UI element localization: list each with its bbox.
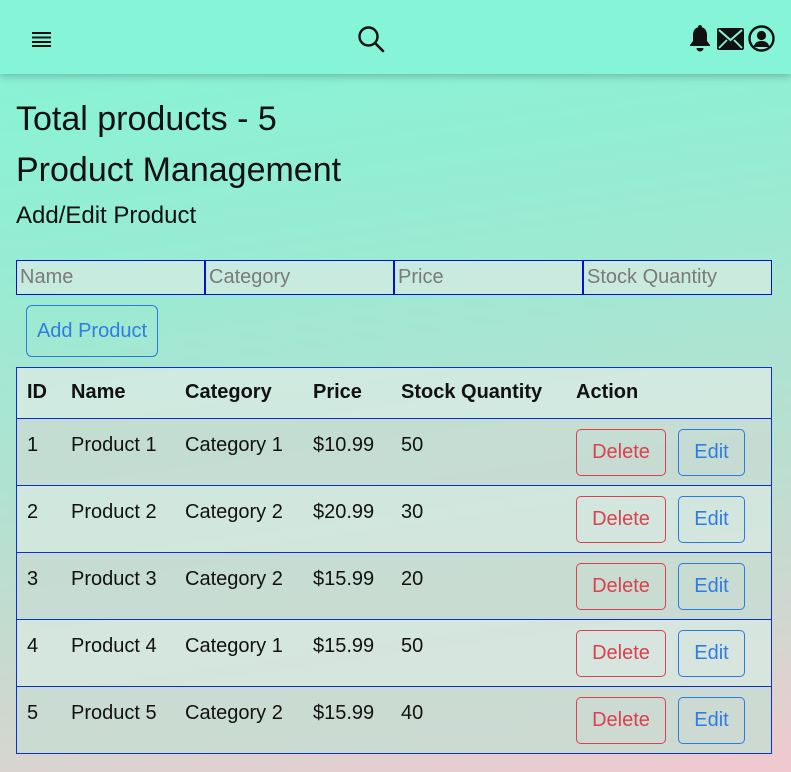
cell-actions: Delete Edit xyxy=(566,418,771,486)
cell-name: Product 5 xyxy=(71,701,157,724)
cell-id: 4 xyxy=(17,619,61,687)
cell-stock: 50 xyxy=(391,619,566,687)
cell-stock: 20 xyxy=(391,552,566,620)
table-row: 3 Product 3 Category 2 $15.99 20 Delete E… xyxy=(17,552,771,620)
name-input[interactable] xyxy=(16,260,205,295)
cell-name: Product 1 xyxy=(61,418,175,486)
column-header-category: Category xyxy=(175,368,303,419)
products-table: ID Name Category Price Stock Quantity Ac… xyxy=(17,368,771,753)
search-icon[interactable] xyxy=(357,25,385,53)
edit-button[interactable]: Edit xyxy=(678,629,745,677)
total-products-count: Total products - 5 xyxy=(16,100,277,138)
products-table-container: ID Name Category Price Stock Quantity Ac… xyxy=(16,367,772,754)
cell-price: $15.99 xyxy=(303,552,391,620)
column-header-stock-quantity: Stock Quantity xyxy=(391,368,566,419)
edit-button[interactable]: Edit xyxy=(678,696,745,744)
edit-button[interactable]: Edit xyxy=(678,495,745,543)
cell-stock: 30 xyxy=(391,485,566,553)
page-title: Product Management xyxy=(16,151,342,189)
cell-price: $10.99 xyxy=(303,418,391,486)
price-input[interactable] xyxy=(394,260,583,295)
top-navbar xyxy=(0,0,791,74)
delete-button[interactable]: Delete xyxy=(576,495,666,543)
cell-category: Category 1 xyxy=(175,418,303,486)
table-row: 4 Product 4 Category 1 $15.99 50 Delete E… xyxy=(17,619,771,687)
cell-category: Category 1 xyxy=(175,619,303,687)
delete-button[interactable]: Delete xyxy=(576,629,666,677)
table-row: 5 Product 5 Category 2 $15.99 40 Delete E… xyxy=(17,686,771,753)
column-header-name: Name xyxy=(61,368,175,419)
cell-id: 5 xyxy=(27,701,39,724)
cell-actions: Delete Edit xyxy=(566,619,771,687)
cell-name: Product 2 xyxy=(61,485,175,553)
cell-price: $15.99 xyxy=(313,701,375,724)
table-row: 2 Product 2 Category 2 $20.99 30 Delete E… xyxy=(17,485,771,553)
cell-category: Category 2 xyxy=(175,485,303,553)
form-title: Add/Edit Product xyxy=(16,202,197,229)
stock-quantity-input[interactable] xyxy=(583,260,772,295)
cell-stock: 50 xyxy=(391,418,566,486)
cell-id: 3 xyxy=(17,552,61,620)
add-product-button[interactable]: Add Product xyxy=(26,305,158,357)
cell-price: $20.99 xyxy=(303,485,391,553)
column-header-action: Action xyxy=(566,368,771,419)
category-input[interactable] xyxy=(205,260,394,295)
cell-id: 2 xyxy=(17,485,61,553)
table-header-row: ID Name Category Price Stock Quantity Ac… xyxy=(17,368,771,419)
cell-name: Product 3 xyxy=(61,552,175,620)
user-circle-icon[interactable] xyxy=(748,25,775,52)
cell-actions: Delete Edit xyxy=(566,552,771,620)
delete-button[interactable]: Delete xyxy=(576,428,666,476)
cell-stock: 40 xyxy=(401,701,424,724)
hamburger-menu-icon[interactable] xyxy=(32,31,51,47)
edit-button[interactable]: Edit xyxy=(678,562,745,610)
cell-actions: Delete Edit xyxy=(566,686,771,753)
cell-id: 1 xyxy=(17,418,61,486)
delete-button[interactable]: Delete xyxy=(576,562,666,610)
cell-price: $15.99 xyxy=(303,619,391,687)
table-row: 1 Product 1 Category 1 $10.99 50 Delete E… xyxy=(17,418,771,486)
cell-category: Category 2 xyxy=(175,552,303,620)
column-header-id: ID xyxy=(17,368,61,419)
cell-actions: Delete Edit xyxy=(566,485,771,553)
delete-button[interactable]: Delete xyxy=(576,696,666,744)
bell-icon[interactable] xyxy=(688,25,712,52)
envelope-icon[interactable] xyxy=(717,28,744,50)
product-form xyxy=(16,260,772,295)
cell-category: Category 2 xyxy=(185,701,283,724)
cell-name: Product 4 xyxy=(61,619,175,687)
edit-button[interactable]: Edit xyxy=(678,428,745,476)
column-header-price: Price xyxy=(303,368,391,419)
